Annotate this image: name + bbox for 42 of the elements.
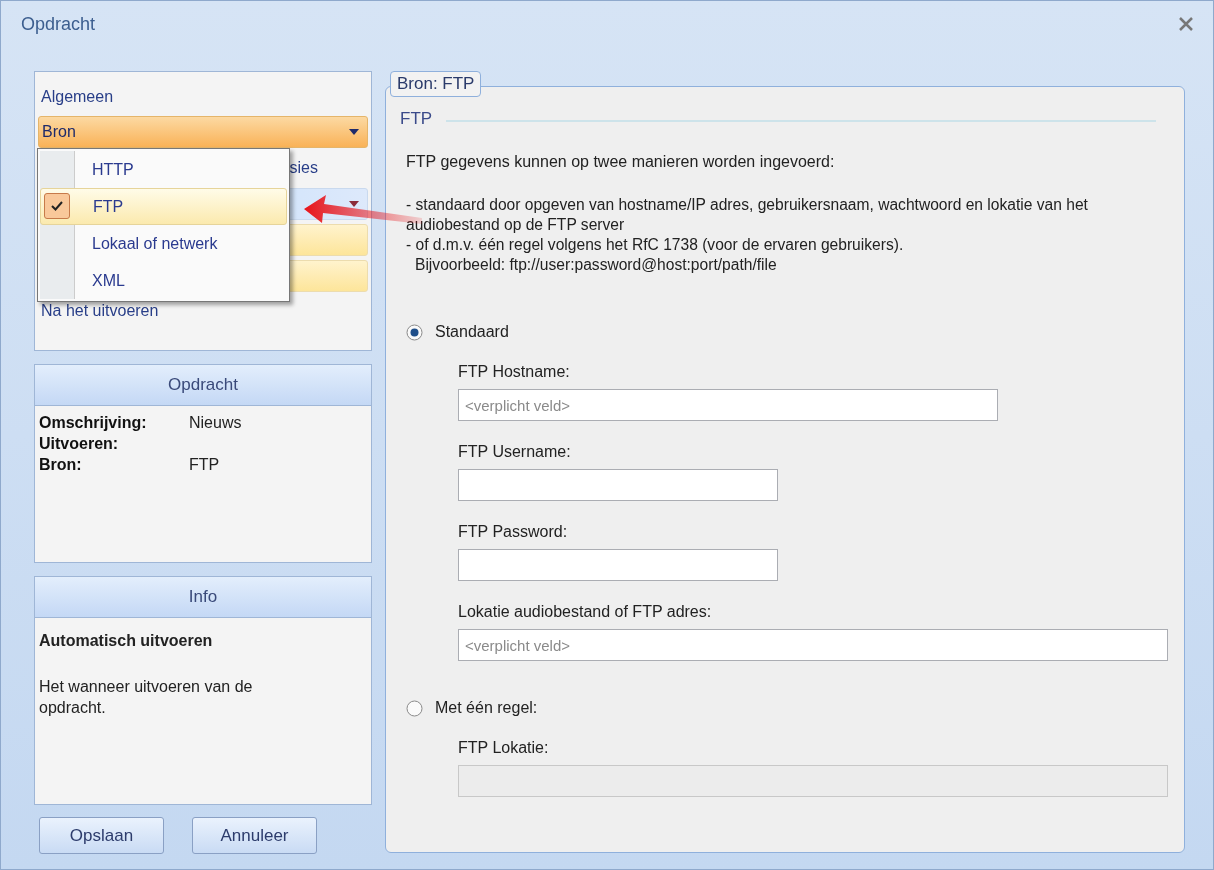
radio-button[interactable] — [406, 699, 423, 717]
menu-item[interactable]: HTTP — [40, 151, 287, 188]
panel-tab[interactable]: Bron: FTP — [390, 71, 482, 97]
caret-icon[interactable] — [349, 129, 359, 135]
section-title: FTP — [400, 109, 433, 129]
description-text: Bijvoorbeeld: ftp://user:password@host:port/path/file — [414, 255, 778, 275]
menu-item[interactable]: FTP — [40, 188, 287, 225]
panel-header: Info — [35, 577, 371, 618]
field-label: Bron: — [39, 455, 83, 475]
field-label: FTP Username: — [458, 443, 572, 461]
radio-button[interactable] — [406, 323, 423, 341]
menu-item[interactable]: Lokaal of netwerk — [40, 225, 287, 262]
input-field[interactable] — [458, 469, 778, 501]
panel-header: Opdracht — [35, 365, 371, 406]
menu-item[interactable]: XML — [40, 262, 287, 299]
input-field[interactable]: <verplicht veld> — [458, 629, 1168, 661]
window-title: Opdracht — [21, 13, 96, 35]
info-text: Het wanneer uitvoeren van de opdracht. — [39, 677, 254, 718]
close-icon[interactable] — [1179, 17, 1193, 31]
check-icon — [44, 193, 70, 219]
field-label: Omschrijving: — [39, 413, 148, 433]
field-value: Nieuws — [189, 413, 242, 433]
radio-label[interactable]: Met één regel: — [435, 699, 538, 717]
field-label: FTP Password: — [458, 523, 569, 541]
cancel-button[interactable]: Annuleer — [192, 817, 317, 854]
field-label: FTP Hostname: — [458, 363, 571, 381]
field-label: FTP Lokatie: — [458, 739, 550, 757]
description-text: - standaard door opgeven van hostname/IP adres, gebruikersnaam, wachtwoord en lokatie van het audiobestand op de FTP server — [406, 195, 1089, 235]
info-title: Automatisch uitvoeren — [39, 632, 214, 650]
nav-link[interactable]: Algemeen — [38, 82, 368, 112]
input-field[interactable] — [458, 549, 778, 581]
caret-icon — [349, 201, 359, 207]
save-button[interactable]: Opslaan — [39, 817, 164, 854]
field-label: Uitvoeren: — [39, 434, 120, 454]
field-value: FTP — [189, 455, 220, 475]
radio-label[interactable]: Standaard — [435, 323, 509, 341]
source-dropdown[interactable]: Bron — [38, 116, 368, 148]
intro-text: FTP gegevens kunnen op twee manieren worden ingevoerd: — [406, 153, 836, 171]
nav-link-text[interactable]: sies — [289, 159, 318, 177]
description-text: - of d.m.v. één regel volgens het RfC 1738 (voor de ervaren gebruikers). — [406, 235, 905, 255]
field-label: Lokatie audiobestand of FTP adres: — [458, 603, 713, 621]
input-field[interactable]: <verplicht veld> — [458, 389, 998, 421]
